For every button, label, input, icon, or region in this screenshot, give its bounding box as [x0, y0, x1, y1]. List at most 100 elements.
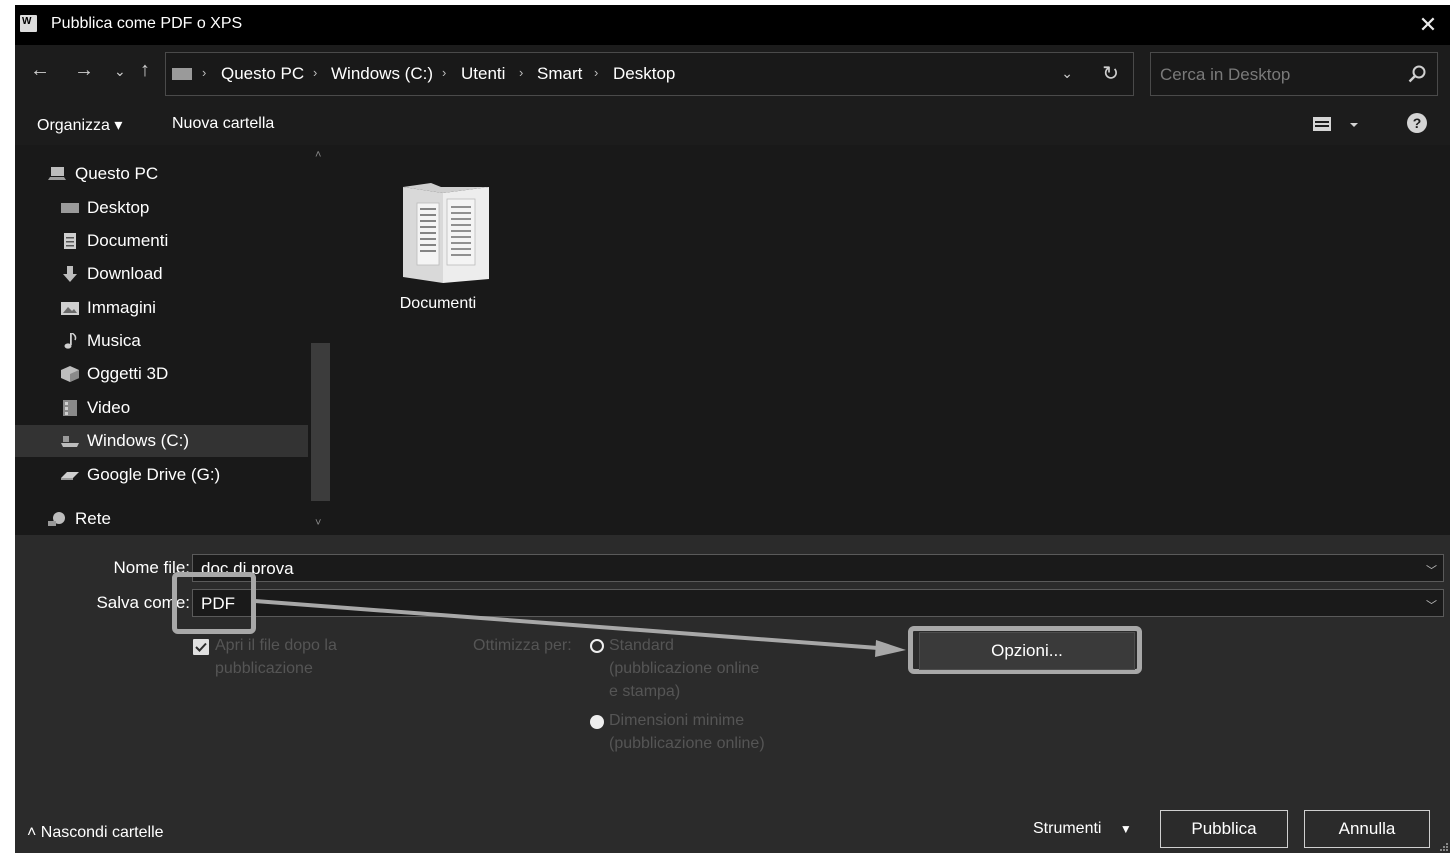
- breadcrumb-smart[interactable]: Smart: [537, 64, 582, 84]
- hide-folders-button[interactable]: ˄ Nascondi cartelle: [27, 824, 164, 842]
- chevron-down-icon[interactable]: ﹀: [1426, 597, 1437, 613]
- drive-icon: [61, 436, 79, 447]
- sidebar-item-video[interactable]: Video: [15, 392, 308, 424]
- checkmark-icon: [195, 642, 207, 652]
- computer-icon: [48, 167, 66, 180]
- address-bar[interactable]: › Questo PC › Windows (C:) › Utenti › Sm…: [165, 52, 1134, 96]
- sidebar-item-label: Oggetti 3D: [87, 364, 169, 383]
- options-button[interactable]: Opzioni...: [919, 632, 1135, 670]
- file-list: Documenti: [333, 145, 1450, 535]
- chevron-right-icon: ›: [594, 65, 599, 80]
- sidebar-item-label: Google Drive (G:): [87, 465, 221, 484]
- radio-standard[interactable]: [590, 639, 604, 653]
- saveas-label: Salva come:: [96, 593, 190, 612]
- navigation-bar: ← → ⌄ ↑ › Questo PC › Windows (C:) › Ute…: [15, 49, 1450, 96]
- radio-min-size[interactable]: [590, 715, 604, 729]
- chevron-right-icon: ›: [313, 65, 318, 80]
- chevron-right-icon: ›: [442, 65, 447, 80]
- command-toolbar: Organizza ▾ Nuova cartella ?: [15, 105, 1450, 143]
- folder-label: Documenti: [399, 295, 477, 312]
- back-button[interactable]: ←: [30, 59, 50, 82]
- sidebar-item-google-drive[interactable]: Google Drive (G:): [15, 459, 308, 491]
- sidebar-item-download[interactable]: Download: [15, 258, 308, 290]
- sidebar-item-questo-pc[interactable]: Questo PC: [15, 158, 308, 190]
- folder-icon: [403, 183, 489, 283]
- sidebar-item-label: Desktop: [87, 198, 150, 217]
- sidebar-item-rete[interactable]: Rete: [15, 503, 308, 535]
- breadcrumb-utenti[interactable]: Utenti: [461, 64, 505, 84]
- pictures-icon: [61, 302, 79, 315]
- cloud-drive-icon: [61, 472, 79, 480]
- sidebar-item-oggetti-3d[interactable]: Oggetti 3D: [15, 358, 308, 390]
- breadcrumb-questo-pc[interactable]: Questo PC: [221, 64, 304, 84]
- sidebar-item-label: Documenti: [87, 231, 169, 250]
- word-doc-icon: W: [20, 15, 37, 32]
- title-bar: W Pubblica come PDF o XPS ✕: [15, 5, 1450, 45]
- breadcrumb-windows-c[interactable]: Windows (C:): [331, 64, 433, 84]
- forward-button[interactable]: →: [74, 59, 94, 82]
- scroll-down-icon[interactable]: ˅: [315, 517, 321, 529]
- navigation-pane: Questo PC Desktop Documenti Download Imm…: [15, 145, 333, 535]
- video-icon: [63, 400, 77, 416]
- sidebar-item-label: Questo PC: [75, 164, 159, 183]
- sidebar-item-label: Immagini: [87, 298, 156, 317]
- sidebar-item-label: Rete: [75, 509, 111, 528]
- tools-label: Strumenti: [1033, 820, 1102, 837]
- search-icon[interactable]: [1405, 62, 1429, 86]
- sidebar-item-immagini[interactable]: Immagini: [15, 292, 308, 324]
- open-after-label: pubblicazione: [215, 660, 313, 677]
- radio-standard-label: (pubblicazione online: [609, 660, 760, 677]
- desktop-icon: [61, 203, 79, 213]
- open-after-publish-checkbox[interactable]: [193, 639, 209, 655]
- radio-min-size-label: (pubblicazione online): [609, 735, 765, 752]
- publish-dialog: W Pubblica come PDF o XPS ✕ ← → ⌄ ↑ › Qu…: [15, 5, 1450, 853]
- open-after-label: Apri il file dopo la: [215, 637, 337, 654]
- breadcrumb-desktop[interactable]: Desktop: [613, 64, 675, 84]
- sidebar-item-musica[interactable]: Musica: [15, 325, 308, 357]
- chevron-down-icon[interactable]: ﹀: [1426, 562, 1437, 578]
- recent-locations-button[interactable]: ⌄: [114, 63, 126, 80]
- computer-icon: [172, 68, 192, 80]
- saveas-type-select[interactable]: PDF ﹀: [192, 589, 1444, 617]
- view-options-icon[interactable]: [1312, 115, 1360, 135]
- cancel-button[interactable]: Annulla: [1304, 810, 1430, 848]
- search-box[interactable]: [1150, 52, 1438, 96]
- address-history-dropdown[interactable]: ⌄: [1061, 65, 1073, 82]
- sidebar-item-label: Video: [87, 398, 131, 417]
- radio-standard-label: Standard: [609, 637, 674, 654]
- tools-button[interactable]: Strumenti ▼: [1033, 820, 1132, 838]
- sidebar-item-label: Windows (C:): [87, 431, 190, 450]
- help-button[interactable]: ?: [1407, 113, 1427, 133]
- radio-min-size-label: Dimensioni minime: [609, 712, 745, 729]
- organize-button[interactable]: Organizza ▾: [37, 115, 122, 135]
- search-input[interactable]: [1160, 64, 1390, 86]
- caret-down-icon: ▼: [1119, 822, 1132, 836]
- saveas-highlight-box: [172, 572, 256, 634]
- chevron-right-icon: ›: [519, 65, 524, 80]
- filename-field[interactable]: doc di prova ﹀: [192, 554, 1444, 582]
- network-icon: [48, 512, 65, 526]
- sidebar-item-desktop[interactable]: Desktop: [15, 192, 308, 224]
- sidebar-item-label: Musica: [87, 331, 141, 350]
- publish-button[interactable]: Pubblica: [1160, 810, 1288, 848]
- 3d-objects-icon: [61, 366, 79, 382]
- save-options-panel: Nome file: doc di prova ﹀ Salva come: PD…: [15, 535, 1450, 853]
- scroll-up-icon[interactable]: ˄: [315, 149, 321, 161]
- optimize-label: Ottimizza per:: [473, 637, 572, 654]
- close-button[interactable]: ✕: [1406, 5, 1450, 45]
- refresh-button[interactable]: ↻: [1102, 61, 1119, 86]
- chevron-right-icon: ›: [202, 65, 207, 80]
- sidebar-item-windows-c[interactable]: Windows (C:): [15, 425, 308, 457]
- up-button[interactable]: ↑: [140, 59, 150, 82]
- sidebar-item-label: Download: [87, 264, 163, 283]
- folder-item-documenti[interactable]: Documenti: [383, 167, 493, 317]
- filename-label: Nome file:: [113, 558, 190, 577]
- sidebar-item-documenti[interactable]: Documenti: [15, 225, 308, 257]
- documents-icon: [64, 233, 76, 249]
- new-folder-button[interactable]: Nuova cartella: [172, 115, 274, 133]
- sidebar-scrollbar-thumb[interactable]: [311, 343, 330, 501]
- download-icon: [63, 266, 77, 282]
- resize-grip-icon[interactable]: [1440, 843, 1448, 851]
- music-icon: [64, 333, 77, 349]
- window-title: Pubblica come PDF o XPS: [51, 15, 243, 32]
